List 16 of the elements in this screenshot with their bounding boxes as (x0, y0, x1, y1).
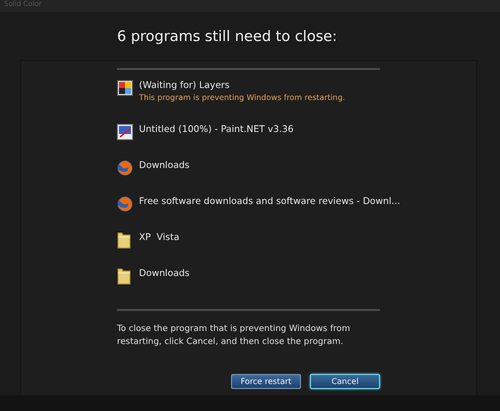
cancel-button[interactable]: Cancel (310, 374, 380, 389)
layers-app-icon (117, 80, 133, 96)
force-restart-button[interactable]: Force restart (231, 374, 301, 389)
message-text: To close the program that is preventing Windows from restarting, click Cancel, and then close the program. (117, 323, 352, 349)
paint-app-icon (117, 124, 133, 140)
folder-icon (117, 232, 133, 249)
globe-fox-icon (117, 196, 133, 212)
dialog-heading: 6 programs still need to close: (117, 29, 338, 47)
globe-fox-icon (117, 160, 133, 176)
program-name: XP Vista (139, 231, 180, 244)
program-name: (Waiting for) Layers (139, 79, 231, 92)
program-name: Untitled (100%) - Paint.NET v3.36 (139, 123, 294, 136)
program-name: Downloads (139, 159, 190, 172)
program-name: Downloads (139, 267, 190, 280)
program-name: Free software downloads and software reviews - Downl... (139, 195, 400, 208)
folder-icon (117, 268, 133, 285)
